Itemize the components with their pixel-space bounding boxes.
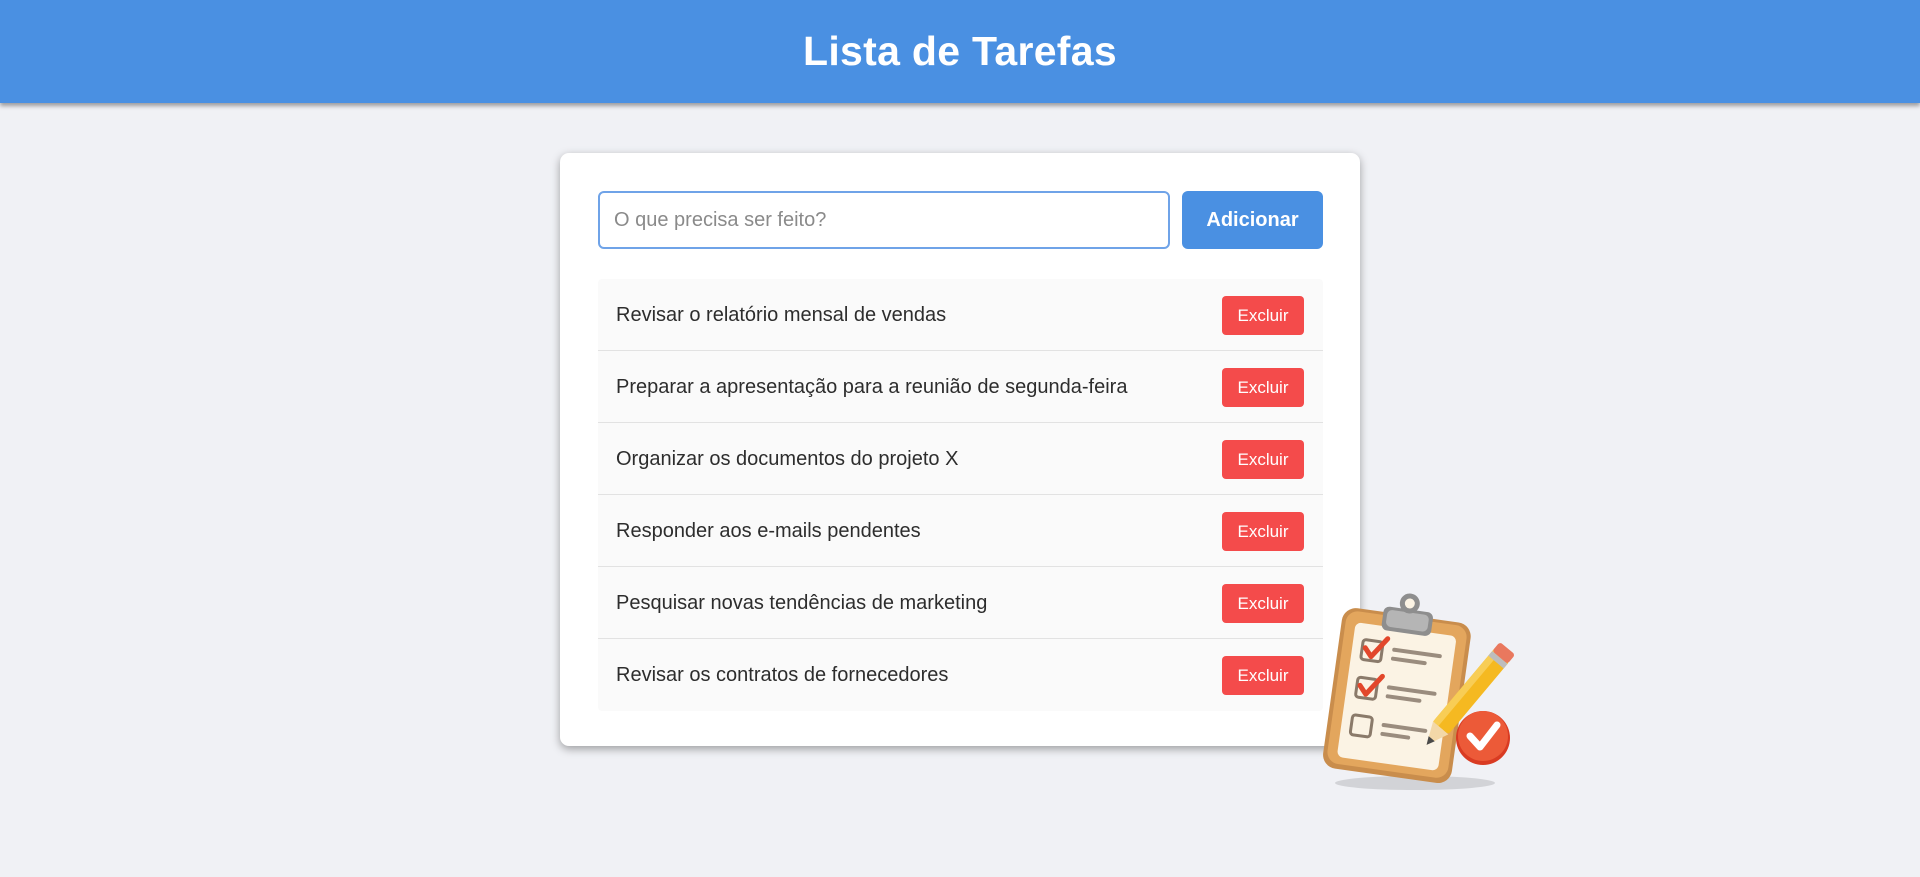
task-item: Revisar o relatório mensal de vendas Exc… (598, 279, 1323, 351)
task-item: Pesquisar novas tendências de marketing … (598, 567, 1323, 639)
task-text: Revisar os contratos de fornecedores (616, 664, 949, 686)
delete-task-button[interactable]: Excluir (1222, 512, 1304, 551)
task-item: Organizar os documentos do projeto X Exc… (598, 423, 1323, 495)
delete-task-button[interactable]: Excluir (1222, 584, 1304, 623)
task-item: Revisar os contratos de fornecedores Exc… (598, 639, 1323, 711)
delete-task-button[interactable]: Excluir (1222, 656, 1304, 695)
task-text: Responder aos e-mails pendentes (616, 520, 921, 542)
task-text: Preparar a apresentação para a reunião d… (616, 376, 1128, 398)
todo-card: Adicionar Revisar o relatório mensal de … (560, 153, 1360, 746)
delete-task-button[interactable]: Excluir (1222, 440, 1304, 479)
clipboard-checklist-icon (1310, 585, 1530, 795)
delete-task-button[interactable]: Excluir (1222, 296, 1304, 335)
task-item: Responder aos e-mails pendentes Excluir (598, 495, 1323, 567)
task-item: Preparar a apresentação para a reunião d… (598, 351, 1323, 423)
delete-task-button[interactable]: Excluir (1222, 368, 1304, 407)
add-task-button[interactable]: Adicionar (1182, 191, 1323, 249)
task-text: Revisar o relatório mensal de vendas (616, 304, 947, 326)
add-task-form: Adicionar (598, 191, 1323, 249)
task-list: Revisar o relatório mensal de vendas Exc… (598, 279, 1323, 711)
task-text: Pesquisar novas tendências de marketing (616, 592, 988, 614)
app-header: Lista de Tarefas (0, 0, 1920, 103)
page-title: Lista de Tarefas (803, 28, 1117, 74)
task-text: Organizar os documentos do projeto X (616, 448, 959, 470)
task-input[interactable] (598, 191, 1170, 249)
